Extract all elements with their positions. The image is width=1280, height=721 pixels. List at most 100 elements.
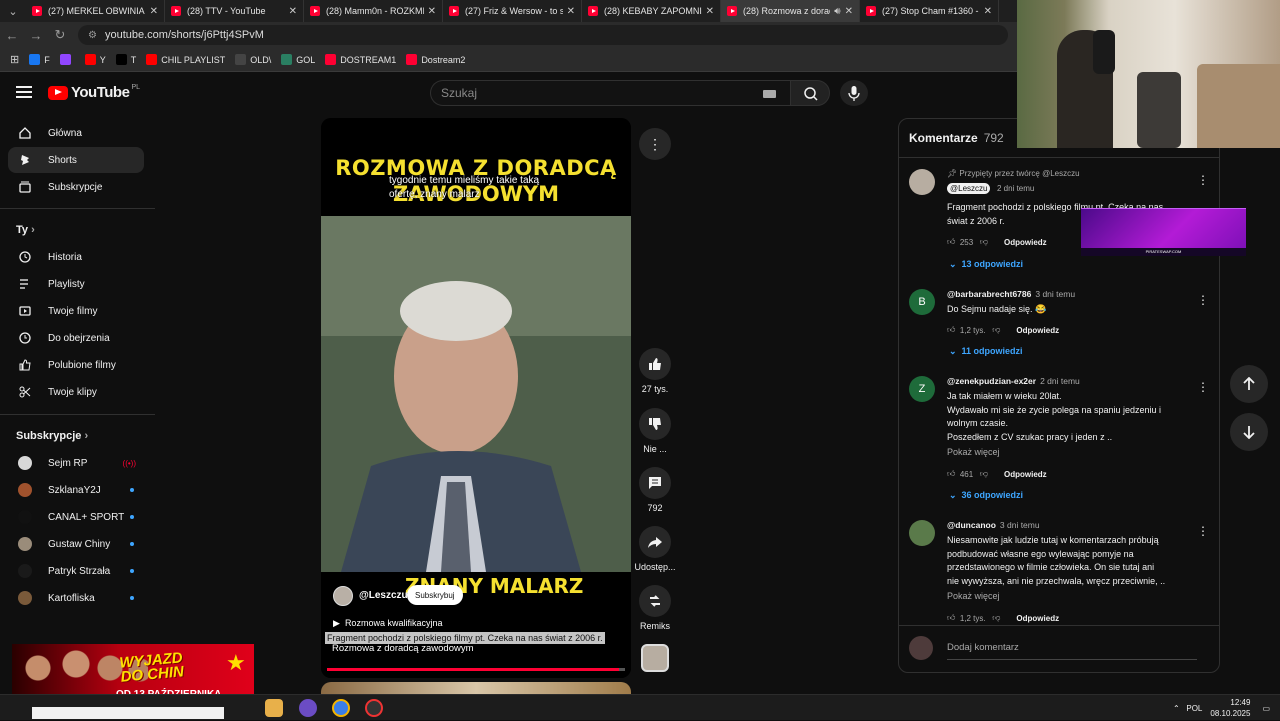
next-short-button[interactable] bbox=[1230, 413, 1268, 451]
keyboard-icon[interactable] bbox=[763, 90, 776, 98]
comment-avatar[interactable] bbox=[909, 520, 935, 546]
sidebar-item-historia[interactable]: Historia bbox=[8, 244, 144, 270]
channel-name[interactable]: @Leszczu bbox=[359, 590, 408, 601]
subscription-item[interactable]: Sejm RP ((•)) bbox=[8, 450, 144, 476]
search-input[interactable]: Szukaj bbox=[430, 80, 790, 106]
youtube-logo[interactable]: YouTube PL bbox=[48, 84, 140, 101]
show-replies-button[interactable]: ⌄ 13 odpowiedzi bbox=[949, 259, 1023, 270]
browser-tab[interactable]: (27) Friz & Wersow - to się ✕ bbox=[443, 0, 582, 22]
bookmark-item[interactable]: OLD\ bbox=[235, 54, 271, 65]
sidebar-subs-heading[interactable]: Subskrypcje › bbox=[16, 430, 88, 442]
subscription-item[interactable]: Gustaw Chiny bbox=[8, 531, 144, 557]
bookmark-item[interactable]: F bbox=[29, 54, 50, 65]
menu-icon[interactable] bbox=[16, 86, 32, 98]
close-tab-icon[interactable]: ✕ bbox=[984, 6, 992, 17]
bookmark-item[interactable]: Dostream2 bbox=[406, 54, 465, 65]
sidebar-item-subskrypcje[interactable]: Subskrypcje bbox=[8, 174, 144, 200]
clock[interactable]: 12:49 08.10.2025 bbox=[1210, 697, 1250, 719]
comment-menu-icon[interactable]: ⋮ bbox=[1197, 173, 1209, 187]
playlist-link[interactable]: ▶ Rozmowa kwalifikacyjna bbox=[333, 618, 442, 629]
comment-author[interactable]: @duncanoo 3 dni temu bbox=[947, 520, 1040, 530]
notifications-icon[interactable]: ▭ bbox=[1262, 704, 1270, 713]
browser-tab[interactable]: (27) Stop Cham #1360 - N ✕ bbox=[860, 0, 999, 22]
comment-menu-icon[interactable]: ⋮ bbox=[1197, 380, 1209, 394]
sound-thumbnail[interactable] bbox=[641, 644, 669, 672]
sidebar-item-twoje-klipy[interactable]: Twoje klipy bbox=[8, 379, 144, 405]
browser-tab[interactable]: (28) Mamm0n - ROZKMINA ✕ bbox=[304, 0, 443, 22]
reply-button[interactable]: Odpowiedz bbox=[1016, 326, 1059, 335]
browser-tab[interactable]: (28) TTV - YouTube ✕ bbox=[165, 0, 304, 22]
subscription-item[interactable]: Kartofliska bbox=[8, 585, 144, 611]
apps-icon[interactable]: ⊞ bbox=[10, 53, 19, 66]
reply-button[interactable]: Odpowiedz bbox=[1004, 238, 1047, 247]
sidebar-item-playlisty[interactable]: Playlisty bbox=[8, 271, 144, 297]
sidebar-item-główna[interactable]: Główna bbox=[8, 120, 144, 146]
comment-author[interactable]: @barbarabrecht6786 3 dni temu bbox=[947, 289, 1075, 299]
voice-search-button[interactable] bbox=[840, 80, 868, 106]
bookmark-item[interactable]: DOSTREAM1 bbox=[325, 54, 396, 65]
video-progress-bar[interactable] bbox=[327, 668, 625, 671]
dislike-comment-icon[interactable]: 👎︎ bbox=[992, 613, 1000, 623]
subscription-item[interactable]: SzklanaY2J bbox=[8, 477, 144, 503]
comment-menu-icon[interactable]: ⋮ bbox=[1197, 524, 1209, 538]
comment-menu-icon[interactable]: ⋮ bbox=[1197, 293, 1209, 307]
browser-tab[interactable]: (28) Rozmowa z doradcą 🔊︎ ✕ bbox=[721, 0, 860, 22]
close-tab-icon[interactable]: ✕ bbox=[706, 6, 714, 17]
subscription-item[interactable]: Patryk Strzała bbox=[8, 558, 144, 584]
like-comment-icon[interactable]: 👍︎ bbox=[947, 469, 955, 479]
language-indicator[interactable]: POL bbox=[1186, 704, 1202, 713]
sidebar-item-shorts[interactable]: Shorts bbox=[8, 147, 144, 173]
browser-tab[interactable]: (28) KEBABY ZAPOMNIANE ✕ bbox=[582, 0, 721, 22]
comment-avatar[interactable]: B bbox=[909, 289, 935, 315]
tray-expand-icon[interactable]: ⌃ bbox=[1173, 704, 1180, 713]
reply-button[interactable]: Odpowiedz bbox=[1004, 470, 1047, 479]
remix-button[interactable] bbox=[639, 585, 671, 617]
like-button[interactable] bbox=[639, 348, 671, 380]
bookmark-item[interactable]: Y bbox=[84, 54, 106, 65]
tab-search-icon[interactable]: ⌄ bbox=[0, 0, 26, 22]
like-comment-icon[interactable]: 👍︎ bbox=[947, 613, 955, 623]
url-field[interactable]: ⚙ youtube.com/shorts/j6Pttj4SPvM bbox=[78, 25, 1008, 45]
dislike-comment-icon[interactable]: 👎︎ bbox=[992, 325, 1000, 335]
mute-icon[interactable]: 🔊︎ bbox=[834, 6, 840, 17]
subscription-item[interactable]: CANAL+ SPORT bbox=[8, 504, 144, 530]
comment-author[interactable]: @zenekpudzian-ex2er 2 dni temu bbox=[947, 376, 1080, 386]
taskbar-search[interactable] bbox=[32, 707, 224, 719]
previous-short-button[interactable] bbox=[1230, 365, 1268, 403]
app-icon[interactable] bbox=[299, 699, 317, 717]
close-tab-icon[interactable]: ✕ bbox=[567, 6, 575, 17]
back-icon[interactable]: ← bbox=[0, 28, 24, 43]
dislike-comment-icon[interactable]: 👎︎ bbox=[980, 237, 988, 247]
sidebar-you-heading[interactable]: Ty › bbox=[16, 224, 35, 236]
browser-tab[interactable]: (27) MERKEL OBWINIA POLSKĘ ✕ bbox=[26, 0, 165, 22]
sidebar-item-twoje-filmy[interactable]: Twoje filmy bbox=[8, 298, 144, 324]
bookmark-item[interactable]: CHIL PLAYLIST bbox=[146, 54, 225, 65]
share-button[interactable] bbox=[639, 526, 671, 558]
show-replies-button[interactable]: ⌄ 36 odpowiedzi bbox=[949, 490, 1023, 501]
reload-icon[interactable]: ↻ bbox=[48, 27, 72, 43]
forward-icon[interactable]: → bbox=[24, 28, 48, 43]
dislike-button[interactable] bbox=[639, 408, 671, 440]
like-comment-icon[interactable]: 👍︎ bbox=[947, 325, 955, 335]
dislike-comment-icon[interactable]: 👎︎ bbox=[980, 469, 988, 479]
obs-icon[interactable] bbox=[365, 699, 383, 717]
close-tab-icon[interactable]: ✕ bbox=[289, 6, 297, 17]
comments-button[interactable] bbox=[639, 467, 671, 499]
like-comment-icon[interactable]: 👍︎ bbox=[947, 237, 955, 247]
close-tab-icon[interactable]: ✕ bbox=[428, 6, 436, 17]
comment-avatar[interactable]: Z bbox=[909, 376, 935, 402]
bookmark-item[interactable]: GOL bbox=[281, 54, 315, 65]
reply-button[interactable]: Odpowiedz bbox=[1016, 614, 1059, 623]
chrome-icon[interactable] bbox=[332, 699, 350, 717]
channel-avatar[interactable] bbox=[333, 586, 353, 606]
sidebar-item-polubione-filmy[interactable]: Polubione filmy bbox=[8, 352, 144, 378]
close-tab-icon[interactable]: ✕ bbox=[845, 6, 853, 17]
file-explorer-icon[interactable] bbox=[265, 699, 283, 717]
comment-avatar[interactable] bbox=[909, 169, 935, 195]
bookmark-item[interactable] bbox=[59, 54, 75, 65]
show-more-link[interactable]: Pokaż więcej bbox=[947, 591, 1000, 601]
bookmark-item[interactable]: T bbox=[115, 54, 136, 65]
add-comment-input[interactable]: Dodaj komentarz bbox=[947, 642, 1019, 653]
close-tab-icon[interactable]: ✕ bbox=[150, 6, 158, 17]
sidebar-item-do-obejrzenia[interactable]: Do obejrzenia bbox=[8, 325, 144, 351]
